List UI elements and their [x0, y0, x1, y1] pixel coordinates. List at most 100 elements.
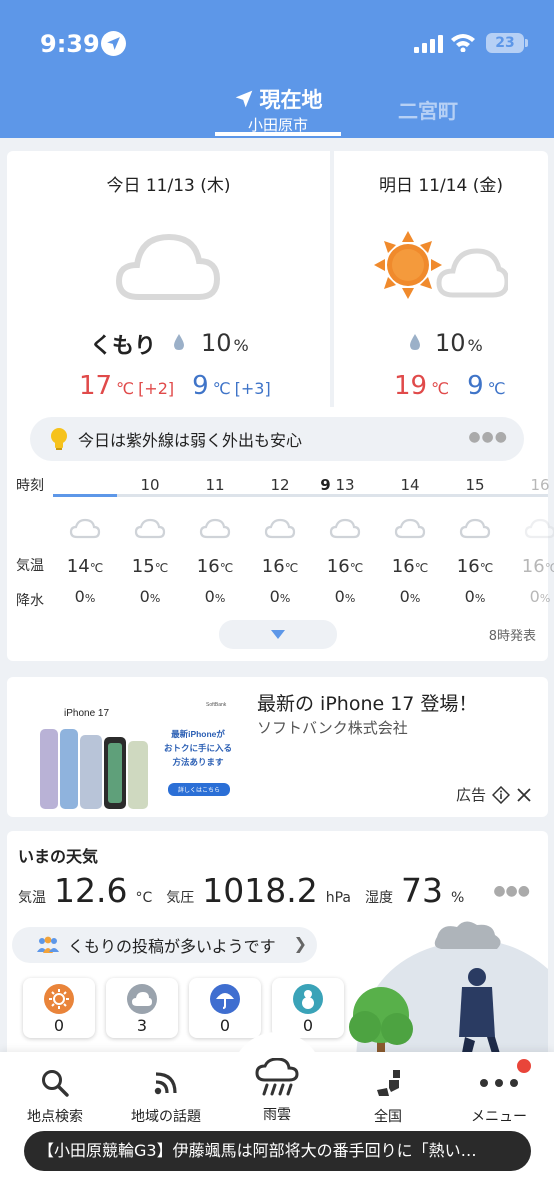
hour-label: 14 [400, 476, 420, 494]
tomorrow-temps: 19 ℃ 9 ℃ [394, 371, 506, 401]
tomorrow-title: 明日 11/14 (金) [378, 176, 504, 196]
tab-ninomiya[interactable]: 二宮町 [398, 95, 458, 124]
cloud-icon [127, 984, 157, 1014]
hour-label: 10 [140, 476, 160, 494]
ad-image-headline-1: 最新iPhoneが [171, 729, 225, 739]
notification-badge [517, 1059, 531, 1073]
umbrella-icon [210, 984, 240, 1014]
hour-column: 11 16℃ 0% [185, 476, 245, 606]
chevron-right-icon: ❯ [293, 934, 307, 953]
hour-temp: 16℃ [521, 556, 554, 577]
cloudy-icon [380, 508, 440, 548]
hour-column: 14 16℃ 0% [380, 476, 440, 606]
current-temp: 12.6 [54, 871, 128, 910]
ad-card[interactable]: iPhone 17 SoftBank 最新iPhoneが おトクに手に入る 方法… [7, 677, 548, 817]
tab-active-indicator [215, 132, 341, 136]
current-pressure: 1018.2 [202, 871, 318, 910]
hour-row-label: 時刻 [16, 478, 44, 494]
cloudy-icon [185, 508, 245, 548]
header: 9:39 23 現在地 小田原市 二宮町 [0, 0, 554, 138]
sunny-then-cloudy-icon [374, 231, 508, 299]
precip-row-label: 降水 [16, 593, 44, 609]
sun-icon [44, 984, 74, 1014]
nav-nationwide[interactable]: 全国 [338, 1064, 438, 1126]
japan-map-icon [338, 1064, 438, 1102]
today-condition: くもり [90, 334, 157, 359]
nav-search[interactable]: 地点検索 [5, 1064, 105, 1126]
hour-column: 10 15℃ 0% [120, 476, 180, 606]
today-title: 今日 11/13 (木) [106, 176, 231, 196]
hour-column: 9 14℃ 0% [55, 476, 331, 606]
hour-precip: 0% [74, 587, 96, 606]
tomorrow-rain: 10% [409, 329, 483, 357]
hour-temp: 16℃ [196, 556, 234, 577]
nav-rain-radar[interactable]: 雨雲 [227, 1054, 327, 1124]
ad-advertiser: ソフトバンク株式会社 [257, 719, 408, 737]
more-icon[interactable]: ●●● [468, 429, 508, 445]
reaction-sun[interactable]: 0 [23, 978, 95, 1038]
rss-icon [116, 1064, 216, 1102]
nav-local-topics[interactable]: 地域の話題 [116, 1064, 216, 1126]
hour-precip: 0% [139, 587, 161, 606]
expand-button[interactable] [219, 620, 337, 649]
snowman-icon [293, 984, 323, 1014]
temp-row-label: 気温 [16, 558, 44, 574]
hour-precip: 0% [529, 587, 551, 606]
hour-precip: 0% [269, 587, 291, 606]
hour-label: 15 [465, 476, 485, 494]
more-icon [449, 1064, 549, 1102]
search-icon [5, 1064, 105, 1102]
ad-image-product: iPhone 17 [64, 708, 109, 719]
hour-column: 13 16℃ 0% [315, 476, 375, 606]
raindrop-icon [410, 334, 420, 350]
hour-temp: 16℃ [391, 556, 429, 577]
hour-column: 12 16℃ 0% [250, 476, 310, 606]
uv-message: 今日は紫外線は弱く外出も安心 [78, 431, 303, 450]
reaction-umbrella[interactable]: 0 [189, 978, 261, 1038]
more-icon[interactable]: ●●● [493, 883, 530, 899]
ad-info-icon[interactable] [492, 785, 510, 804]
cloudy-icon [250, 508, 310, 548]
ad-image-headline-3: 方法あります [172, 757, 224, 767]
tab-current-label: 現在地 [259, 88, 323, 112]
cloudy-icon [315, 508, 375, 548]
posts-message: くもりの投稿が多いようです [68, 937, 276, 956]
reaction-cloud[interactable]: 3 [106, 978, 178, 1038]
hour-precip: 0% [399, 587, 421, 606]
cloudy-icon [115, 233, 221, 300]
cloudy-icon [55, 508, 115, 548]
cloudy-icon [120, 508, 180, 548]
current-weather-title: いまの天気 [18, 847, 99, 866]
hour-label: 13 [335, 476, 355, 494]
nav-menu[interactable]: メニュー [449, 1064, 549, 1126]
hour-label: 16 [530, 476, 550, 494]
news-ticker[interactable]: 【小田原競輪G3】伊藤颯馬は阿部将大の番手回りに「熱い… [24, 1131, 531, 1171]
battery-icon: 23 [486, 33, 528, 53]
lightbulb-icon [51, 428, 67, 450]
status-time: 9:39 [40, 30, 100, 58]
raindrop-icon [174, 334, 184, 350]
hour-precip: 0% [464, 587, 486, 606]
reaction-snow[interactable]: 0 [272, 978, 344, 1038]
hour-temp: 14℃ [66, 556, 104, 577]
today-temps: 17 ℃ [+2] 9 ℃ [+3] [79, 371, 271, 401]
cloudy-icon [445, 508, 505, 548]
tab-current-location[interactable]: 現在地 小田原市 [215, 84, 341, 138]
hour-label: 11 [205, 476, 225, 494]
people-icon [37, 936, 59, 953]
posts-banner[interactable]: くもりの投稿が多いようです ❯ [12, 927, 317, 963]
issued-time: 8時発表 [488, 629, 536, 644]
hour-temp: 16℃ [326, 556, 364, 577]
ad-image[interactable]: iPhone 17 SoftBank 最新iPhoneが おトクに手に入る 方法… [30, 689, 250, 811]
uv-advice-banner[interactable]: 今日は紫外線は弱く外出も安心 ●●● [30, 417, 524, 461]
hour-temp: 15℃ [131, 556, 169, 577]
hour-column: 16 16℃ 0% [510, 476, 554, 606]
hour-label: 12 [270, 476, 290, 494]
location-services-icon [101, 31, 126, 56]
cloudy-icon [510, 508, 554, 548]
ad-title[interactable]: 最新の iPhone 17 登場！ [257, 689, 477, 716]
ad-close-icon[interactable] [516, 787, 532, 803]
ad-label: 広告 [456, 784, 532, 805]
today-rain: 10% [173, 329, 249, 357]
wifi-icon [451, 34, 475, 52]
